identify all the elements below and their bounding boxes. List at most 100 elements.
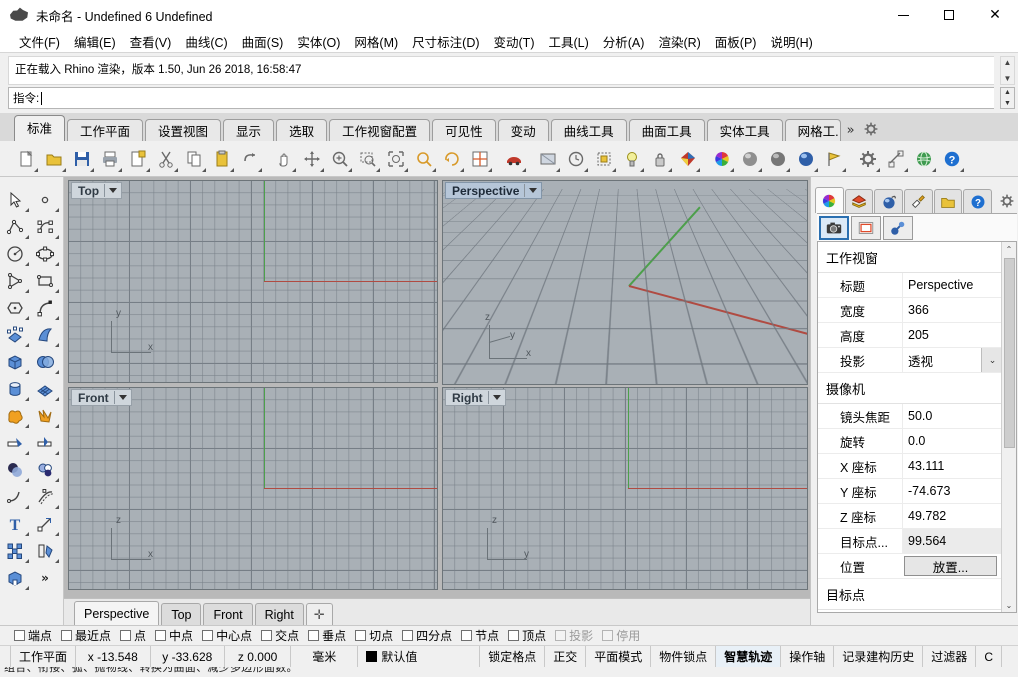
viewport-title-front[interactable]: Front (71, 389, 132, 406)
open-folder-icon[interactable] (40, 145, 67, 173)
sphere-render-icon[interactable] (764, 145, 791, 173)
osnap-checkbox[interactable] (120, 630, 132, 641)
osnap-checkbox[interactable] (602, 630, 614, 641)
new-file-icon[interactable] (12, 145, 39, 173)
status-toggle-2[interactable]: 平面模式 (586, 646, 652, 667)
zoom-extents-icon[interactable] (382, 145, 409, 173)
scroll-down-icon[interactable]: ▼ (1004, 74, 1012, 83)
zoom-selected-icon[interactable] (410, 145, 437, 173)
status-toggle-8[interactable]: C (976, 646, 1002, 667)
fillet-curve-icon[interactable] (0, 484, 30, 510)
scrollbar-thumb[interactable] (1004, 258, 1015, 448)
osnap-7[interactable]: 切点 (355, 627, 393, 644)
render-preview-icon[interactable] (534, 145, 561, 173)
viewport-tab-perspective[interactable]: Perspective (74, 601, 160, 625)
menu-item-13[interactable]: 说明(H) (763, 30, 819, 53)
osnap-checkbox[interactable] (202, 630, 214, 641)
viewport-tab-right[interactable]: Right (254, 603, 304, 625)
layer-color-swatch[interactable] (366, 651, 378, 662)
osnap-checkbox[interactable] (461, 630, 473, 641)
property-value[interactable]: 205 (902, 323, 1003, 347)
osnap-8[interactable]: 四分点 (402, 627, 452, 644)
osnap-checkbox[interactable] (508, 630, 520, 641)
status-units[interactable]: 毫米 (291, 646, 359, 667)
select-arrow-icon[interactable] (0, 187, 30, 213)
toolbar-tab-overflow-icon[interactable]: » (843, 123, 859, 138)
measure-icon[interactable] (882, 145, 909, 173)
pan-icon[interactable] (270, 145, 297, 173)
properties-scrollbar[interactable]: ⌃ ⌄ (1001, 242, 1016, 612)
viewport-title-perspective[interactable]: Perspective (445, 182, 543, 199)
sphere-shade-icon[interactable] (736, 145, 763, 173)
osnap-checkbox[interactable] (261, 630, 273, 641)
paste-icon[interactable] (208, 145, 235, 173)
boolean-intersect-icon[interactable] (30, 457, 60, 483)
toolbar-tab-5[interactable]: 工作视窗配置 (329, 119, 431, 143)
menu-item-8[interactable]: 变动(T) (487, 30, 542, 53)
viewport-title-right[interactable]: Right (445, 389, 506, 406)
viewport-tab-top[interactable]: Top (161, 603, 202, 625)
toolbar-tab-1[interactable]: 工作平面 (67, 119, 144, 143)
shade-icon[interactable] (674, 145, 701, 173)
status-y[interactable]: y -33.628 (151, 646, 226, 667)
add-viewport-tab-icon[interactable]: ✛ (305, 603, 333, 625)
command-prompt-spinner[interactable]: ▲ ▼ (1000, 87, 1015, 109)
more-tools-icon[interactable]: » (30, 565, 60, 591)
chevron-down-icon[interactable] (118, 395, 127, 400)
zoom-in-icon[interactable] (326, 145, 353, 173)
menu-item-7[interactable]: 尺寸标注(D) (405, 30, 486, 53)
toolbar-tab-7[interactable]: 变动 (497, 119, 549, 143)
osnap-12[interactable]: 停用 (602, 627, 640, 644)
viewport-title-top[interactable]: Top (71, 182, 123, 199)
status-toggle-7[interactable]: 过滤器 (923, 646, 977, 667)
curve-control-points-icon[interactable] (30, 214, 60, 240)
print-icon[interactable] (96, 145, 123, 173)
property-value[interactable]: 99.564 (902, 529, 1003, 553)
osnap-checkbox[interactable] (61, 630, 73, 641)
boolean-union-icon[interactable] (0, 403, 30, 429)
polyline-icon[interactable] (0, 214, 30, 240)
scroll-up-icon[interactable]: ▲ (1004, 58, 1012, 67)
panel-subtab-chain-icon[interactable] (883, 215, 913, 240)
point-icon[interactable] (30, 187, 60, 213)
polygon-icon[interactable] (0, 295, 30, 321)
osnap-1[interactable]: 最近点 (61, 627, 111, 644)
property-dropdown-chevron-down-icon[interactable]: ⌄ (981, 348, 1003, 372)
lock-icon[interactable] (646, 145, 673, 173)
osnap-checkbox[interactable] (308, 630, 320, 641)
close-button[interactable]: ✕ (972, 0, 1018, 30)
chevron-down-icon[interactable] (529, 188, 538, 193)
osnap-0[interactable]: 端点 (14, 627, 52, 644)
osnap-checkbox[interactable] (14, 630, 25, 641)
color-wheel-icon[interactable] (708, 145, 735, 173)
scroll-down-icon[interactable]: ⌄ (1002, 598, 1016, 612)
spin-up-icon[interactable]: ▲ (1004, 89, 1011, 96)
command-prompt[interactable]: 指令: (8, 87, 994, 109)
property-value[interactable]: 49.782 (902, 504, 1003, 528)
spin-down-icon[interactable]: ▼ (1004, 100, 1011, 107)
status-z[interactable]: z 0.000 (225, 646, 292, 667)
property-value[interactable]: 50.0 (902, 404, 1003, 428)
command-history-scrollbar[interactable]: ▲ ▼ (1000, 56, 1015, 85)
menu-item-0[interactable]: 文件(F) (12, 30, 67, 53)
osnap-checkbox[interactable] (402, 630, 414, 641)
toolbar-options-gear-icon[interactable] (863, 121, 879, 137)
box-icon[interactable] (0, 349, 30, 375)
property-value[interactable]: 透视 (902, 348, 981, 372)
panel-tab-material-sphere-icon[interactable] (874, 189, 904, 213)
status-cplane[interactable]: 工作平面 (10, 646, 77, 667)
status-toggle-5[interactable]: 操作轴 (781, 646, 835, 667)
light-icon[interactable] (618, 145, 645, 173)
panel-subtab-camera-icon[interactable] (819, 215, 849, 240)
help-icon[interactable]: ? (938, 145, 965, 173)
osnap-4[interactable]: 中心点 (202, 627, 252, 644)
surface-sweep-icon[interactable] (30, 322, 60, 348)
scroll-up-icon[interactable]: ⌃ (1002, 242, 1016, 256)
property-value[interactable]: -74.673 (902, 479, 1003, 503)
viewport-top[interactable]: y x Top (68, 180, 438, 383)
osnap-checkbox[interactable] (355, 630, 367, 641)
sphere-blue-icon[interactable] (792, 145, 819, 173)
property-value[interactable]: 43.111 (902, 454, 1003, 478)
toolbar-tab-0[interactable]: 标准 (14, 115, 66, 141)
status-toggle-3[interactable]: 物件锁点 (651, 646, 717, 667)
